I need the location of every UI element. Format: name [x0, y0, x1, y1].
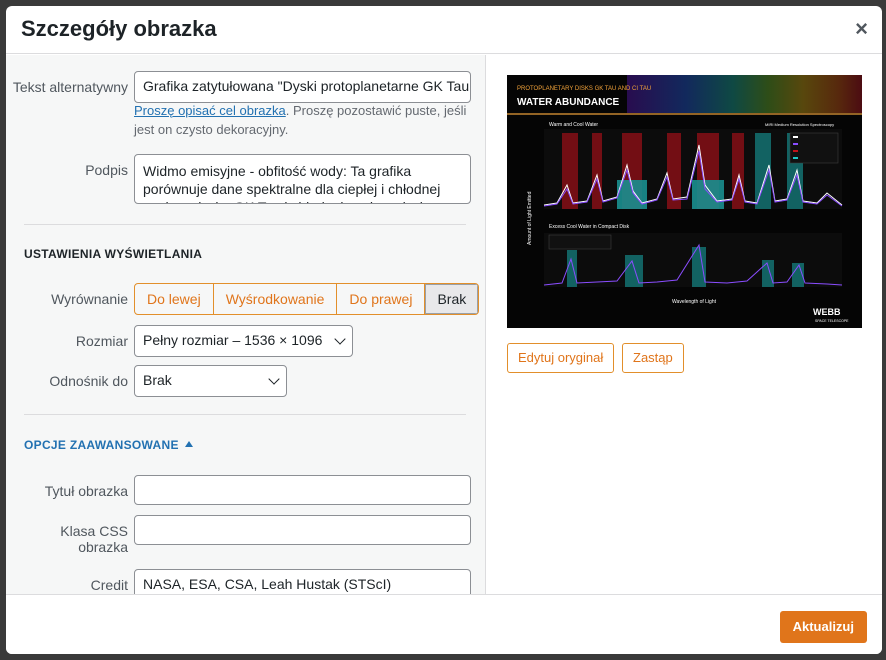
spectrum-infographic: PROTOPLANETARY DISKS GK TAU AND CI TAU W… — [507, 75, 862, 328]
align-label: Wyrównanie — [51, 291, 128, 307]
settings-panel: Tekst alternatywny Grafika zatytułowana … — [6, 55, 486, 595]
webb-logo-sub: SPACE TELESCOPE — [815, 319, 849, 323]
link-to-select[interactable]: Brak — [134, 365, 287, 397]
chevron-down-icon — [334, 333, 346, 345]
modal-title: Szczegóły obrazka — [21, 16, 217, 41]
divider — [24, 224, 466, 225]
preview-ylabel: Amount of Light Emitted — [527, 191, 533, 245]
modal-footer: Aktualizuj — [6, 594, 882, 654]
css-class-input[interactable] — [134, 515, 471, 545]
alt-text-input[interactable]: Grafika zatytułowana "Dyski protoplaneta… — [134, 71, 471, 103]
preview-kicker: PROTOPLANETARY DISKS GK TAU AND CI TAU — [517, 86, 651, 92]
align-button-group: Do lewej Wyśrodkowanie Do prawej Brak — [134, 283, 480, 315]
preview-xlabel: Wavelength of Light — [672, 299, 717, 305]
size-select[interactable]: Pełny rozmiar – 1536 × 1096 — [134, 325, 353, 357]
preview-panel1-instrument: MIRI Medium Resolution Spectroscopy — [765, 122, 834, 127]
align-none-button[interactable]: Brak — [425, 284, 479, 314]
preview-title: WATER ABUNDANCE — [517, 97, 620, 108]
caption-label: Podpis — [85, 162, 128, 178]
align-center-button[interactable]: Wyśrodkowanie — [214, 284, 338, 314]
webb-logo: WEBB — [813, 307, 841, 317]
image-title-label: Tytuł obrazka — [44, 483, 128, 499]
edit-original-button[interactable]: Edytuj oryginał — [507, 343, 615, 373]
image-preview-panel: PROTOPLANETARY DISKS GK TAU AND CI TAU W… — [487, 55, 882, 595]
modal-body: Tekst alternatywny Grafika zatytułowana … — [6, 55, 882, 595]
preview-panel2-title: Excess Cool Water in Compact Disk — [549, 224, 630, 230]
alt-text-help: Proszę opisać cel obrazka. Proszę pozost… — [134, 101, 474, 139]
credit-input[interactable]: NASA, ESA, CSA, Leah Hustak (STScI) — [134, 569, 471, 595]
link-to-label: Odnośnik do — [49, 373, 128, 389]
size-select-value: Pełny rozmiar – 1536 × 1096 — [143, 332, 323, 348]
replace-button[interactable]: Zastąp — [622, 343, 684, 373]
align-left-button[interactable]: Do lewej — [135, 284, 214, 314]
divider — [24, 414, 466, 415]
chevron-down-icon — [268, 373, 280, 385]
modal-header: Szczegóły obrazka × — [6, 6, 882, 54]
caret-up-icon — [184, 441, 193, 447]
image-details-modal: Szczegóły obrazka × Tekst alternatywny G… — [6, 6, 882, 654]
alt-text-label: Tekst alternatywny — [12, 79, 128, 95]
preview-panel1-title: Warm and Cool Water — [549, 122, 598, 128]
alt-help-link[interactable]: Proszę opisać cel obrazka — [134, 103, 286, 118]
align-right-button[interactable]: Do prawej — [337, 284, 426, 314]
advanced-options-label: OPCJE ZAAWANSOWANE — [24, 438, 179, 452]
link-to-select-value: Brak — [143, 372, 172, 388]
image-title-input[interactable] — [134, 475, 471, 505]
close-icon[interactable]: × — [855, 18, 868, 40]
update-button[interactable]: Aktualizuj — [779, 611, 867, 643]
credit-label: Credit — [90, 577, 128, 593]
display-settings-heading: Ustawienia wyświetlania — [24, 247, 203, 261]
image-preview: PROTOPLANETARY DISKS GK TAU AND CI TAU W… — [507, 75, 862, 328]
css-class-label: Klasa CSS obrazka — [60, 523, 128, 555]
caption-textarea[interactable]: Widmo emisyjne - obfitość wody: Ta grafi… — [134, 154, 471, 204]
size-label: Rozmiar — [75, 333, 128, 349]
advanced-options-toggle[interactable]: OPCJE ZAAWANSOWANE — [24, 438, 193, 452]
